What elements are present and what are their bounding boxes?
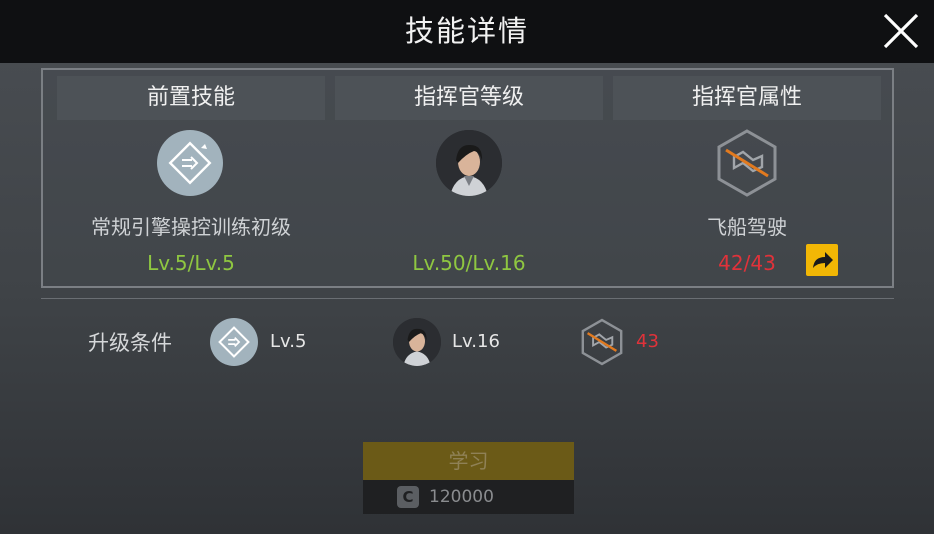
header-prerequisite-skill: 前置技能 bbox=[57, 76, 325, 120]
requirements-panel: 前置技能 指挥官等级 指挥官属性 常规引擎操控训练初级 Lv.5/Lv.5 Lv… bbox=[41, 68, 894, 288]
upgrade-conditions-label: 升级条件 bbox=[88, 331, 172, 355]
jump-to-attribute-button[interactable] bbox=[806, 244, 838, 276]
prerequisite-skill-name: 常规引擎操控训练初级 bbox=[91, 215, 291, 239]
condition-attribute-value: 43 bbox=[636, 331, 659, 352]
condition-commander-level: Lv.16 bbox=[452, 331, 500, 352]
condition-skill-icon bbox=[210, 318, 258, 366]
learn-button[interactable]: 学习 bbox=[363, 442, 574, 480]
engine-skill-icon[interactable] bbox=[157, 130, 223, 196]
commander-avatar bbox=[436, 130, 502, 196]
divider bbox=[41, 298, 894, 299]
piloting-attribute-icon bbox=[712, 128, 782, 198]
condition-attribute-icon bbox=[578, 318, 626, 366]
commander-attribute-value: 42/43 bbox=[718, 251, 776, 275]
commander-attribute-name: 飞船驾驶 bbox=[707, 215, 787, 239]
close-icon bbox=[883, 13, 919, 49]
close-button[interactable] bbox=[880, 10, 922, 52]
jump-arrow-icon bbox=[813, 252, 833, 268]
page-title: 技能详情 bbox=[404, 14, 529, 48]
header-commander-level: 指挥官等级 bbox=[335, 76, 603, 120]
cost-display: C 120000 bbox=[363, 480, 574, 514]
condition-commander-avatar bbox=[393, 318, 441, 366]
prerequisite-skill-level: Lv.5/Lv.5 bbox=[147, 251, 235, 275]
commander-level-value: Lv.50/Lv.16 bbox=[412, 251, 526, 275]
condition-skill-level: Lv.5 bbox=[270, 331, 307, 352]
coin-icon: C bbox=[397, 486, 419, 508]
header-commander-attribute: 指挥官属性 bbox=[613, 76, 881, 120]
cost-value: 120000 bbox=[429, 487, 494, 507]
